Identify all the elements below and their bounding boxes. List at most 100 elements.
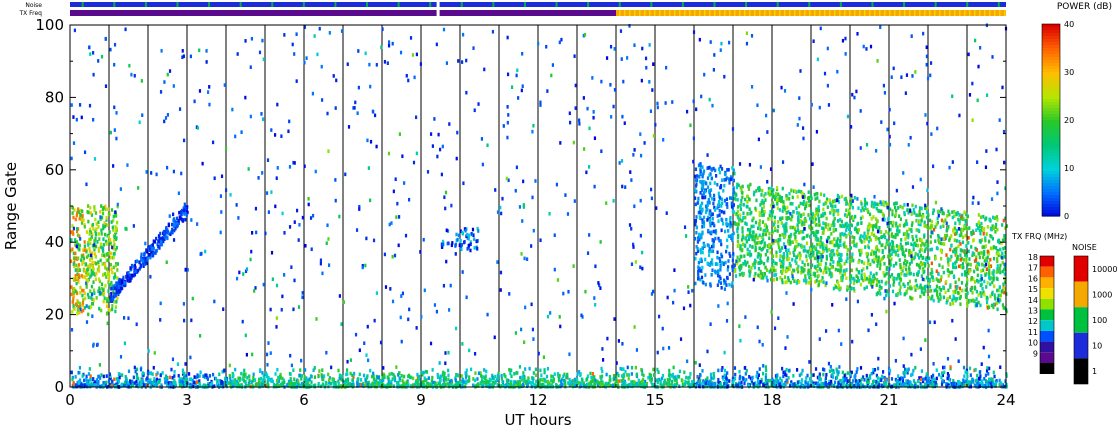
echo-ground-scatter (442, 373, 444, 377)
echo-ground-scatter (901, 377, 903, 381)
echo-evening-band (911, 260, 913, 264)
echo-ground-scatter (448, 383, 450, 387)
echo-ground-scatter (203, 385, 205, 389)
echo-ground-scatter (535, 373, 537, 377)
echo-evening-band (866, 285, 868, 289)
echo-early-echo (71, 247, 73, 251)
echo-evening-band (882, 250, 884, 254)
echo-rising-arc (157, 245, 159, 249)
txfreq-bar-stripe (629, 10, 631, 16)
echo-evening-band (741, 226, 743, 230)
echo-rising-arc (170, 231, 172, 235)
echo-evening-band (744, 260, 746, 264)
echo-early-echo (95, 278, 97, 282)
echo-evening-band (994, 230, 996, 234)
echo-ground-scatter (678, 375, 680, 379)
echo-early-echo (81, 262, 83, 266)
echo-ground-scatter (972, 378, 974, 382)
echo-early-echo (75, 282, 77, 286)
txfreq-bar-stripe (889, 10, 891, 16)
echo-early-echo (77, 280, 79, 284)
echo-evening-band (980, 215, 982, 219)
noise-bar-mark (587, 2, 589, 7)
echo-evening-band (754, 207, 756, 211)
echo-rising-arc (143, 253, 145, 257)
echo-evening-band (870, 271, 872, 275)
echo-evening-band (750, 266, 752, 270)
echo-ground-scatter (248, 374, 250, 378)
echo-ground-scatter (339, 374, 341, 378)
echo-evening-band (951, 270, 953, 274)
echo-ground-scatter (615, 378, 617, 382)
echo-evening-band (883, 255, 885, 259)
echo-ground-scatter (738, 370, 740, 374)
echo-ground-scatter (978, 377, 980, 381)
echo-ground-scatter (487, 380, 489, 384)
echo-evening-band (999, 248, 1001, 252)
echo-early-echo (89, 241, 91, 245)
echo-ground-scatter (218, 373, 220, 377)
echo-ground-scatter (920, 378, 922, 382)
echo-evening-band (989, 258, 991, 262)
echo-evening-band (968, 249, 970, 253)
txfreq-bar-stripe (934, 10, 936, 16)
txfreq-bar-stripe (1004, 10, 1006, 16)
echo-rising-arc (186, 213, 188, 217)
echo-evening-band (789, 241, 791, 245)
echo-ground-scatter (801, 378, 803, 382)
echo-ground-scatter (624, 370, 626, 374)
echo-early-echo (105, 216, 107, 220)
echo-evening-band (818, 205, 820, 209)
echo-ground-scatter (832, 375, 834, 379)
echo-evening-band (850, 246, 852, 250)
echo-ground-scatter (134, 366, 136, 370)
echo-ground-scatter (299, 368, 301, 372)
echo-ground-scatter (671, 380, 673, 384)
echo-evening-band (720, 204, 722, 208)
echo-evening-band (913, 248, 915, 252)
echo-ground-scatter (116, 377, 118, 381)
echo-ground-scatter (922, 378, 924, 382)
echo-evening-band (960, 258, 962, 262)
echo-early-echo (72, 297, 74, 301)
echo-ground-scatter (885, 379, 887, 383)
echo-rising-arc (159, 232, 161, 236)
echo-early-echo (74, 252, 76, 256)
echo-ground-scatter (164, 381, 166, 385)
echo-ground-scatter (926, 372, 928, 376)
echo-ground-scatter (333, 378, 335, 382)
echo-ground-scatter (399, 376, 401, 380)
echo-evening-band (974, 286, 976, 290)
echo-ground-scatter (371, 375, 373, 379)
echo-ground-scatter (844, 374, 846, 378)
echo-ground-scatter (774, 383, 776, 387)
noise-bar-mark (145, 2, 147, 7)
echo-ground-scatter (752, 376, 754, 380)
echo-evening-band (860, 209, 862, 213)
txfreq-bar-stripe (869, 10, 871, 16)
echo-ground-scatter (670, 374, 672, 378)
echo-early-echo (89, 258, 91, 262)
echo-ground-scatter (907, 379, 909, 383)
echo-ground-scatter (987, 372, 989, 376)
echo-evening-band (976, 297, 978, 301)
echo-ground-scatter (142, 371, 144, 375)
echo-ground-scatter (815, 367, 817, 371)
txfreq-bar-stripe (639, 10, 641, 16)
echo-evening-band (721, 210, 723, 214)
echo-evening-band (989, 234, 991, 238)
echo-early-echo (72, 216, 74, 220)
echo-evening-band (914, 288, 916, 292)
txfreq-bar-stripe (669, 10, 671, 16)
echo-ground-scatter (402, 381, 404, 385)
echo-rising-arc (177, 219, 179, 223)
txfreq-bar-stripe (819, 10, 821, 16)
echo-evening-band (707, 185, 709, 189)
echo-evening-band (940, 257, 942, 261)
echo-early-echo (101, 262, 103, 266)
noise-bar-mark (176, 2, 178, 7)
echo-rising-arc (134, 273, 136, 277)
echo-ground-scatter (341, 375, 343, 379)
echo-early-echo (106, 312, 108, 316)
echo-ground-scatter (613, 374, 615, 378)
